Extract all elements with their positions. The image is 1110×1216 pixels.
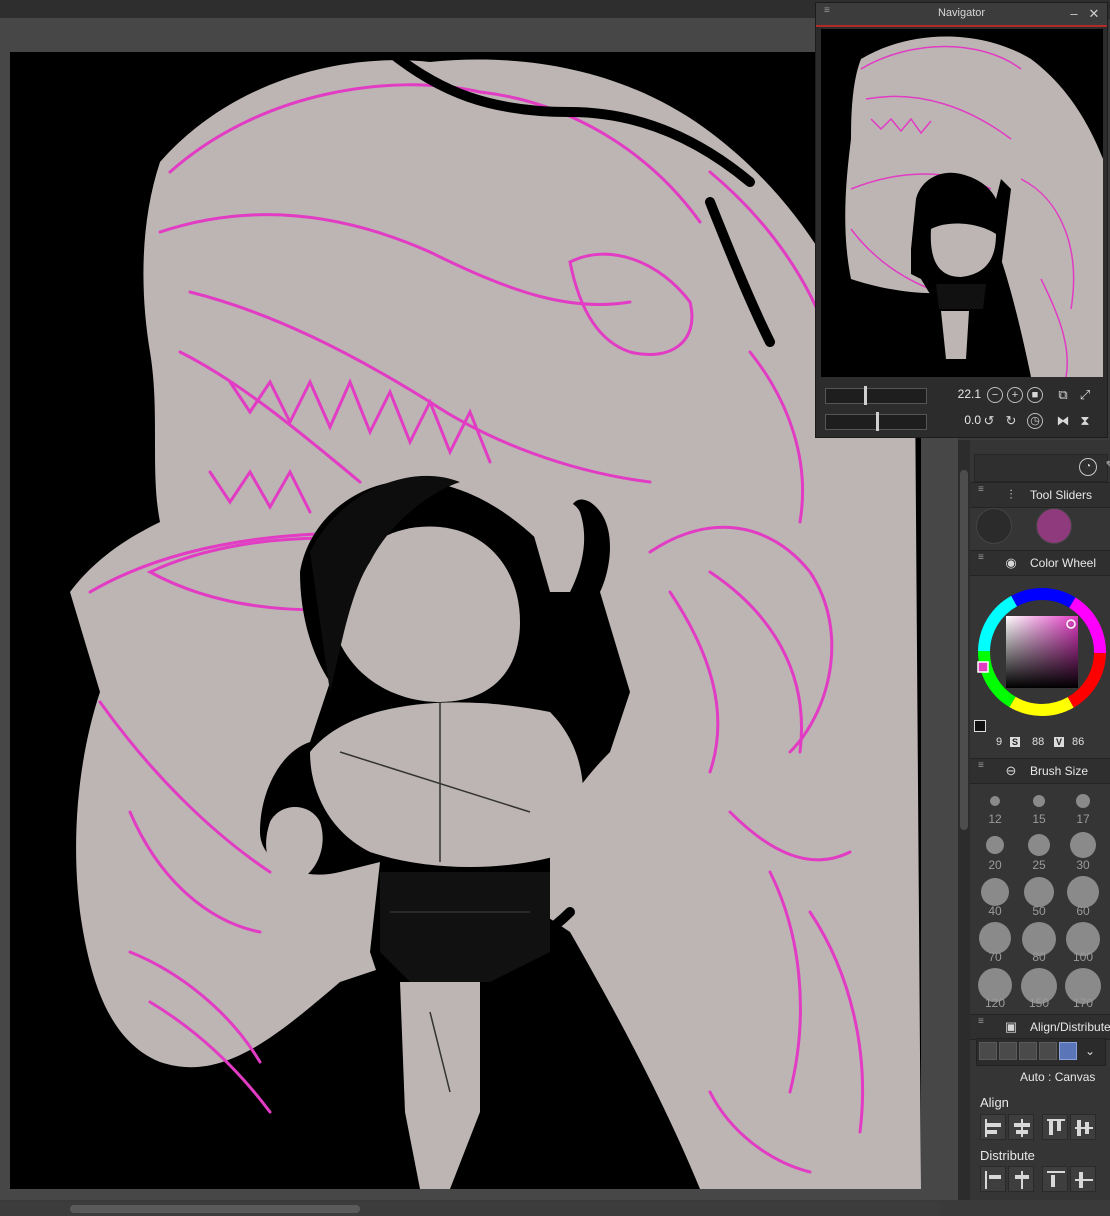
- tool-sliders-header[interactable]: ≡ ⫶ Tool Sliders: [970, 482, 1110, 508]
- color-wheel-label: Color Wheel: [1030, 556, 1097, 570]
- distribute-buttons: [980, 1166, 1108, 1194]
- main-color-mini[interactable]: [974, 720, 986, 732]
- hue-marker: [977, 661, 989, 673]
- horizontal-scrollbar[interactable]: [0, 1202, 940, 1216]
- panel-scrollbar[interactable]: [958, 440, 970, 1200]
- girl-figure: [260, 475, 630, 1189]
- scroll-thumb[interactable]: [70, 1205, 360, 1213]
- align-center-button[interactable]: [1008, 1114, 1034, 1140]
- sub-color-swatch[interactable]: [1036, 508, 1072, 544]
- rotation-slider-knob[interactable]: [876, 412, 879, 431]
- brush-size-icon: ⊖: [1005, 763, 1017, 778]
- navigator-title-bar[interactable]: ≡ Navigator – ✕: [816, 3, 1107, 27]
- scroll-thumb[interactable]: [960, 470, 968, 830]
- fit-icon[interactable]: ■: [1027, 387, 1043, 403]
- zoom-slider[interactable]: [825, 386, 927, 405]
- distribute-center-button[interactable]: [1008, 1166, 1034, 1192]
- main-color-swatch[interactable]: [976, 508, 1012, 544]
- color-wheel[interactable]: [976, 586, 1108, 718]
- brush-size-cell[interactable]: 25: [1018, 830, 1060, 874]
- tools-icon[interactable]: ✎: [1101, 458, 1110, 476]
- v-value[interactable]: 86: [1072, 736, 1084, 748]
- brush-size-grid: 12 15 17 20 25 30 40 50 60 70 80 100 120…: [974, 784, 1106, 1010]
- panel-grip-icon[interactable]: ≡: [978, 485, 984, 495]
- align-left-button[interactable]: [980, 1114, 1006, 1140]
- minimize-icon[interactable]: –: [1066, 6, 1082, 22]
- align-mode-button[interactable]: [1039, 1042, 1057, 1060]
- align-distribute-icon: ▣: [1004, 1019, 1018, 1034]
- brush-size-header[interactable]: ≡ ⊖ Brush Size: [970, 758, 1110, 784]
- align-top-button[interactable]: [1042, 1114, 1068, 1140]
- color-wheel-header[interactable]: ≡ ◉ Color Wheel: [970, 550, 1110, 576]
- artwork: [70, 52, 921, 1189]
- align-mode-button[interactable]: [1019, 1042, 1037, 1060]
- brush-size-cell[interactable]: 100: [1062, 922, 1104, 966]
- flip-vertical-icon[interactable]: ⧗: [1077, 413, 1093, 429]
- navigator-panel: ≡ Navigator – ✕ 22.1 − + ■ ⧉ ⤢ 0.0 ↺ ↻ ◷…: [815, 2, 1108, 438]
- color-wheel-icon: ◉: [1005, 555, 1017, 570]
- reset-rotation-icon[interactable]: ◷: [1027, 413, 1043, 429]
- rotation-row: 0.0 ↺ ↻ ◷ ⧓ ⧗: [821, 411, 1103, 431]
- brush-size-label: Brush Size: [1030, 764, 1089, 778]
- panel-top-tools: ◔ ✎: [974, 454, 1110, 482]
- brush-size-cell[interactable]: 80: [1018, 922, 1060, 966]
- navigator-preview[interactable]: [821, 29, 1103, 377]
- brush-size-cell[interactable]: 15: [1018, 784, 1060, 828]
- zoom-in-icon[interactable]: +: [1007, 387, 1023, 403]
- tool-sliders-label: Tool Sliders: [1030, 488, 1093, 502]
- distribute-section-label: Distribute: [980, 1148, 1035, 1163]
- panel-grip-icon[interactable]: ≡: [978, 1017, 984, 1027]
- align-distribute-header[interactable]: ≡ ▣ Align/Distribute: [970, 1014, 1110, 1040]
- rotation-value[interactable]: 0.0: [941, 413, 981, 427]
- hsv-values: 9 S 88 V 86: [974, 720, 1110, 752]
- navigator-title: Navigator: [937, 7, 986, 19]
- align-section-label: Align: [980, 1095, 1009, 1110]
- rotation-slider[interactable]: [825, 412, 927, 431]
- actual-size-icon[interactable]: ⤢: [1077, 387, 1093, 403]
- zoom-row: 22.1 − + ■ ⧉ ⤢: [821, 385, 1103, 405]
- s-label: S: [1010, 737, 1021, 747]
- s-value[interactable]: 88: [1032, 736, 1044, 748]
- align-distribute-label: Align/Distribute: [1030, 1020, 1110, 1034]
- align-mode-label: Auto : Canvas: [1020, 1070, 1096, 1084]
- brush-size-cell[interactable]: 150: [1018, 968, 1060, 1010]
- brush-size-cell[interactable]: 70: [974, 922, 1016, 966]
- zoom-value[interactable]: 22.1: [941, 387, 981, 401]
- brush-size-cell[interactable]: 50: [1018, 876, 1060, 920]
- right-panel-column: ◔ ✎ ≡ ⫶ Tool Sliders ≡ ◉ Color Wheel 9 S…: [970, 440, 1110, 1200]
- align-buttons: [980, 1114, 1108, 1142]
- drawing-canvas[interactable]: [10, 52, 921, 1189]
- flip-horizontal-icon[interactable]: ⧓: [1055, 413, 1071, 429]
- brush-size-cell[interactable]: 30: [1062, 830, 1104, 874]
- brush-size-cell[interactable]: 170: [1062, 968, 1104, 1010]
- brush-size-cell[interactable]: 40: [974, 876, 1016, 920]
- fit-window-icon[interactable]: ⧉: [1055, 387, 1071, 403]
- zoom-slider-knob[interactable]: [864, 386, 867, 405]
- brush-size-cell[interactable]: 12: [974, 784, 1016, 828]
- timer-icon[interactable]: ◔: [1079, 458, 1097, 476]
- rotate-left-icon[interactable]: ↺: [981, 413, 997, 429]
- distribute-middle-button[interactable]: [1070, 1166, 1096, 1192]
- brush-size-cell[interactable]: 17: [1062, 784, 1104, 828]
- distribute-top-button[interactable]: [1042, 1166, 1068, 1192]
- align-mode-button-active[interactable]: [1059, 1042, 1077, 1060]
- align-mode-button[interactable]: [979, 1042, 997, 1060]
- close-icon[interactable]: ✕: [1086, 6, 1102, 22]
- panel-grip-icon[interactable]: ≡: [978, 761, 984, 771]
- brush-size-cell[interactable]: 60: [1062, 876, 1104, 920]
- zoom-out-icon[interactable]: −: [987, 387, 1003, 403]
- align-mode-button[interactable]: [999, 1042, 1017, 1060]
- tool-sliders-icon: ⫶: [1009, 487, 1013, 502]
- rotate-right-icon[interactable]: ↻: [1003, 413, 1019, 429]
- distribute-left-button[interactable]: [980, 1166, 1006, 1192]
- v-label: V: [1054, 737, 1065, 747]
- align-middle-button[interactable]: [1070, 1114, 1096, 1140]
- navigator-thumbnail: [845, 36, 1103, 377]
- h-value[interactable]: 9: [996, 736, 1002, 748]
- brush-size-cell[interactable]: 120: [974, 968, 1016, 1010]
- panel-grip-icon[interactable]: ≡: [978, 553, 984, 563]
- align-mode-toolbar: ⌄: [976, 1038, 1106, 1066]
- brush-size-cell[interactable]: 20: [974, 830, 1016, 874]
- chevron-down-icon[interactable]: ⌄: [1081, 1042, 1099, 1060]
